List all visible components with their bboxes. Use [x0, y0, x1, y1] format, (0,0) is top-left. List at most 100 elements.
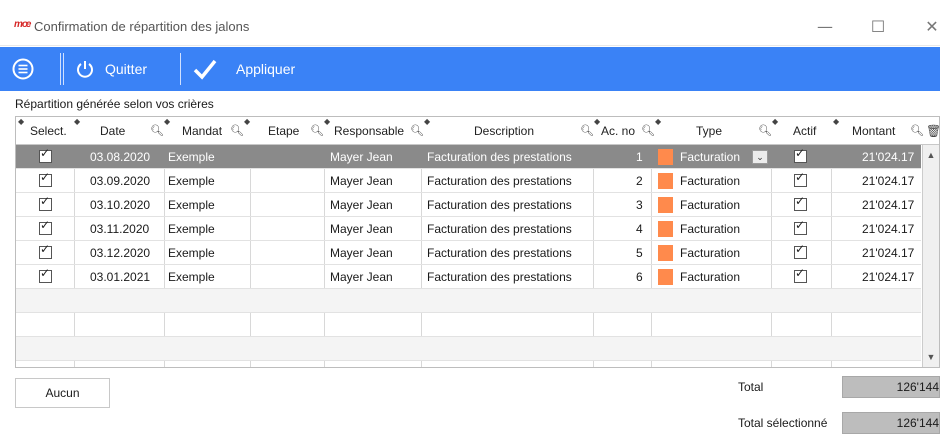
title-bar: mœ Confirmation de répartition des jalon… — [0, 0, 940, 46]
responsable-cell: Mayer Jean — [330, 150, 393, 164]
description-cell: Facturation des prestations — [427, 174, 572, 188]
none-button[interactable]: Aucun — [15, 378, 110, 408]
montant-cell: 21'024.17 — [862, 198, 915, 212]
column-header-responsable[interactable]: Responsable 🔍︎ ◆ — [334, 117, 430, 145]
close-button[interactable]: ✕ — [912, 12, 940, 42]
select-checkbox[interactable] — [39, 266, 52, 283]
total-selected-label: Total sélectionné — [738, 416, 828, 430]
apply-label: Appliquer — [236, 61, 296, 77]
actif-checkbox[interactable] — [794, 242, 807, 259]
type-color-swatch — [658, 269, 673, 285]
total-selected-value: 126'144 — [842, 412, 940, 434]
empty-row — [16, 313, 921, 337]
apply-button[interactable]: Appliquer — [192, 47, 295, 91]
type-cell[interactable]: Facturation — [680, 265, 740, 289]
acno-cell: 3 — [636, 198, 643, 212]
chevron-down-icon[interactable]: ⌄ — [752, 150, 768, 164]
column-header-actif[interactable]: Actif ◆ — [793, 117, 839, 145]
mandat-cell: Exemple — [168, 222, 215, 236]
description-cell: Facturation des prestations — [427, 222, 572, 236]
vertical-scrollbar[interactable]: ▲ ▼ — [922, 145, 939, 367]
table-row[interactable]: 03.11.2020 Exemple Mayer Jean Facturatio… — [16, 217, 921, 241]
table-row[interactable]: 03.09.2020 Exemple Mayer Jean Facturatio… — [16, 169, 921, 193]
type-color-swatch — [658, 245, 673, 261]
type-cell[interactable]: Facturation — [680, 193, 740, 217]
delete-column-icon[interactable]: 🗑︎ — [926, 117, 939, 145]
montant-cell: 21'024.17 — [862, 270, 915, 284]
type-color-swatch — [658, 197, 673, 213]
responsable-cell: Mayer Jean — [330, 174, 393, 188]
description-cell: Facturation des prestations — [427, 150, 572, 164]
menu-icon — [12, 58, 34, 80]
acno-cell: 6 — [636, 270, 643, 284]
minimize-button[interactable]: — — [805, 12, 845, 42]
quit-button[interactable]: Quitter — [75, 47, 147, 91]
window-title: Confirmation de répartition des jalons — [34, 19, 250, 34]
actif-checkbox[interactable] — [794, 266, 807, 283]
type-cell[interactable]: Facturation — [680, 241, 740, 265]
select-checkbox[interactable] — [39, 170, 52, 187]
toolbar-separator — [63, 53, 64, 85]
column-header-date[interactable]: Date 🔍︎ ◆ — [100, 117, 170, 145]
scroll-down-icon[interactable]: ▼ — [924, 349, 938, 365]
total-value: 126'144 — [842, 376, 940, 398]
mandat-cell: Exemple — [168, 198, 215, 212]
scroll-up-icon[interactable]: ▲ — [924, 147, 938, 163]
description-cell: Facturation des prestations — [427, 270, 572, 284]
empty-row — [16, 289, 921, 313]
total-label: Total — [738, 380, 764, 394]
montant-cell: 21'024.17 — [862, 150, 915, 164]
date-cell: 03.01.2021 — [90, 270, 151, 284]
actif-checkbox[interactable] — [794, 170, 807, 187]
column-header-mandat[interactable]: Mandat 🔍︎ ◆ — [182, 117, 250, 145]
responsable-cell: Mayer Jean — [330, 246, 393, 260]
toolbar-separator — [180, 53, 181, 85]
description-cell: Facturation des prestations — [427, 246, 572, 260]
table-row[interactable]: 03.10.2020 Exemple Mayer Jean Facturatio… — [16, 193, 921, 217]
montant-cell: 21'024.17 — [862, 174, 915, 188]
column-header-description[interactable]: Description 🔍︎ ◆ — [474, 117, 600, 145]
responsable-cell: Mayer Jean — [330, 270, 393, 284]
select-checkbox[interactable] — [39, 218, 52, 235]
power-icon — [77, 61, 93, 78]
toolbar: Quitter Appliquer — [0, 47, 940, 91]
acno-cell: 4 — [636, 222, 643, 236]
menu-button[interactable] — [12, 47, 42, 91]
date-cell: 03.11.2020 — [90, 222, 150, 236]
quit-label: Quitter — [105, 61, 148, 77]
type-cell[interactable]: Facturation — [680, 145, 740, 169]
date-cell: 03.10.2020 — [90, 198, 151, 212]
mandat-cell: Exemple — [168, 246, 215, 260]
type-cell[interactable]: Facturation — [680, 217, 740, 241]
mandat-cell: Exemple — [168, 174, 215, 188]
select-checkbox[interactable] — [39, 146, 52, 163]
select-checkbox[interactable] — [39, 242, 52, 259]
montant-cell: 21'024.17 — [862, 222, 915, 236]
acno-cell: 2 — [636, 174, 643, 188]
actif-checkbox[interactable] — [794, 146, 807, 163]
type-color-swatch — [658, 149, 673, 165]
type-color-swatch — [658, 173, 673, 189]
actif-checkbox[interactable] — [794, 218, 807, 235]
column-header-select[interactable]: ◆ Select. ◆ — [18, 117, 80, 145]
date-cell: 03.12.2020 — [90, 246, 151, 260]
table-row[interactable]: 03.12.2020 Exemple Mayer Jean Facturatio… — [16, 241, 921, 265]
select-checkbox[interactable] — [39, 194, 52, 211]
type-color-swatch — [658, 221, 673, 237]
type-cell[interactable]: Facturation — [680, 169, 740, 193]
acno-cell: 5 — [636, 246, 643, 260]
column-header-etape[interactable]: Etape 🔍︎ ◆ — [268, 117, 330, 145]
empty-row — [16, 337, 921, 361]
date-cell: 03.09.2020 — [90, 174, 151, 188]
table-row[interactable]: 03.08.2020 Exemple Mayer Jean Facturatio… — [16, 145, 921, 169]
milestone-table: ◆ Select. ◆ Date 🔍︎ ◆ Mandat 🔍︎ ◆ Etape 🔍︎ ◆ Res… — [15, 116, 940, 368]
checkmark-icon — [193, 59, 217, 80]
column-header-montant[interactable]: Montant 🔍︎ — [852, 117, 924, 145]
table-row[interactable]: 03.01.2021 Exemple Mayer Jean Facturatio… — [16, 265, 921, 289]
actif-checkbox[interactable] — [794, 194, 807, 211]
maximize-button[interactable]: ☐ — [858, 12, 898, 42]
montant-cell: 21'024.17 — [862, 246, 915, 260]
column-header-type[interactable]: Type 🔍︎ ◆ — [696, 117, 778, 145]
table-header: ◆ Select. ◆ Date 🔍︎ ◆ Mandat 🔍︎ ◆ Etape 🔍︎ ◆ Res… — [16, 117, 939, 145]
column-header-acno[interactable]: Ac. no 🔍︎ ◆ — [601, 117, 661, 145]
